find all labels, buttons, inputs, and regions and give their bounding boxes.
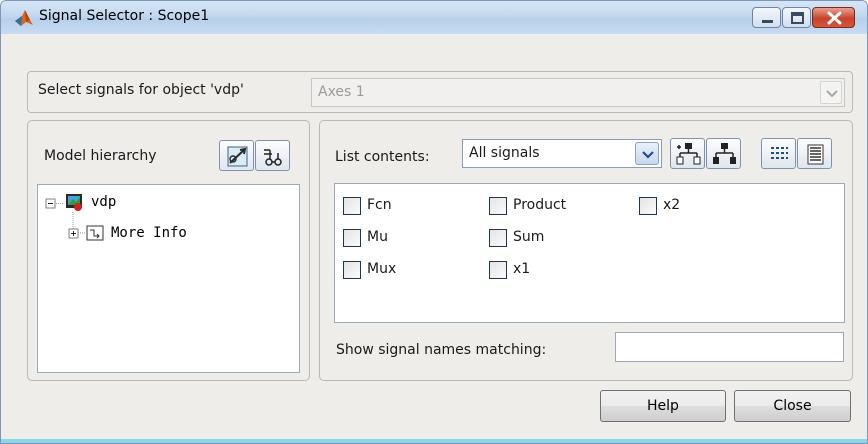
axes-select[interactable]: Axes 1 — [311, 78, 845, 107]
checkbox[interactable] — [489, 261, 507, 279]
signal-label: Mux — [367, 261, 397, 277]
collapse-hierarchy-button[interactable] — [706, 138, 741, 169]
tree-node-vdp[interactable]: vdp — [65, 192, 155, 214]
signal-checkbox-sum[interactable]: Sum — [489, 227, 609, 249]
model-hierarchy-panel: Model hierarchy vdp More Info — [27, 120, 310, 381]
checkbox[interactable] — [489, 229, 507, 247]
details-view-button[interactable] — [797, 138, 832, 169]
signal-checkbox-mu[interactable]: Mu — [343, 227, 453, 249]
signal-label: Mu — [367, 229, 388, 245]
signal-checkbox-x1[interactable]: x1 — [489, 259, 609, 281]
title-bar[interactable]: Signal Selector : Scope1 — [1, 1, 867, 34]
signal-checkbox-mux[interactable]: Mux — [343, 259, 453, 281]
simulink-model-icon — [66, 194, 82, 211]
axes-select-value: Axes 1 — [318, 84, 365, 100]
signal-filter-icon — [264, 149, 282, 166]
matlab-icon — [15, 10, 33, 26]
find-button[interactable] — [219, 140, 254, 171]
model-hierarchy-label: Model hierarchy — [44, 148, 157, 164]
maximize-button[interactable] — [782, 7, 811, 28]
expand-hierarchy-button[interactable] — [670, 138, 705, 169]
checkbox[interactable] — [343, 197, 361, 215]
tree-node-label: vdp — [91, 194, 117, 210]
list-view-button[interactable] — [761, 138, 796, 169]
signals-panel: List contents: All signals Fcn Mu Mux Pr… — [319, 120, 853, 381]
axes-select-dropdown[interactable] — [820, 81, 842, 104]
list-view-icon — [771, 147, 788, 159]
signal-label: Fcn — [367, 197, 392, 213]
window-bottom-border — [1, 439, 867, 443]
chevron-down-icon — [642, 151, 654, 159]
find-icon — [227, 146, 248, 167]
maximize-icon — [791, 12, 804, 24]
list-contents-select[interactable]: All signals — [462, 139, 662, 168]
object-selector-label: Select signals for object 'vdp' — [38, 82, 244, 98]
tree-node-label: More Info — [111, 225, 187, 241]
tree-node-more-info[interactable]: More Info — [86, 223, 256, 245]
signal-selector-window: Signal Selector : Scope1 Select signals … — [0, 0, 868, 444]
signal-checkbox-x2[interactable]: x2 — [639, 195, 719, 217]
list-contents-dropdown[interactable] — [635, 142, 659, 165]
collapse-hierarchy-icon — [713, 143, 736, 164]
checkbox[interactable] — [489, 197, 507, 215]
object-selector-group: Select signals for object 'vdp' Axes 1 — [27, 71, 853, 113]
filter-label: Show signal names matching: — [336, 342, 547, 358]
close-icon — [827, 11, 842, 25]
close-button[interactable]: Close — [734, 390, 851, 422]
checkbox[interactable] — [343, 261, 361, 279]
list-contents-label: List contents: — [335, 149, 430, 165]
signal-label: x2 — [663, 197, 681, 213]
signal-label: Sum — [513, 229, 545, 245]
close-window-button[interactable] — [812, 7, 855, 28]
chevron-down-icon — [826, 90, 838, 98]
signal-filter-input[interactable] — [615, 332, 844, 362]
signal-label: x1 — [513, 261, 531, 277]
details-view-icon — [807, 144, 824, 165]
subsystem-icon — [86, 225, 104, 241]
checkbox[interactable] — [639, 197, 657, 215]
signal-filter-button[interactable] — [255, 140, 290, 171]
minimize-button[interactable] — [752, 7, 781, 28]
window-title: Signal Selector : Scope1 — [39, 8, 210, 24]
expand-hierarchy-icon — [676, 143, 701, 165]
model-tree[interactable]: vdp More Info — [37, 184, 300, 373]
signal-label: Product — [513, 197, 567, 213]
checkbox[interactable] — [343, 229, 361, 247]
minimize-icon — [762, 20, 773, 23]
signal-checkbox-fcn[interactable]: Fcn — [343, 195, 453, 217]
signal-list: Fcn Mu Mux Product Sum x1 x2 — [334, 183, 845, 323]
list-contents-value: All signals — [469, 145, 540, 161]
help-button[interactable]: Help — [600, 390, 726, 422]
signal-checkbox-product[interactable]: Product — [489, 195, 609, 217]
